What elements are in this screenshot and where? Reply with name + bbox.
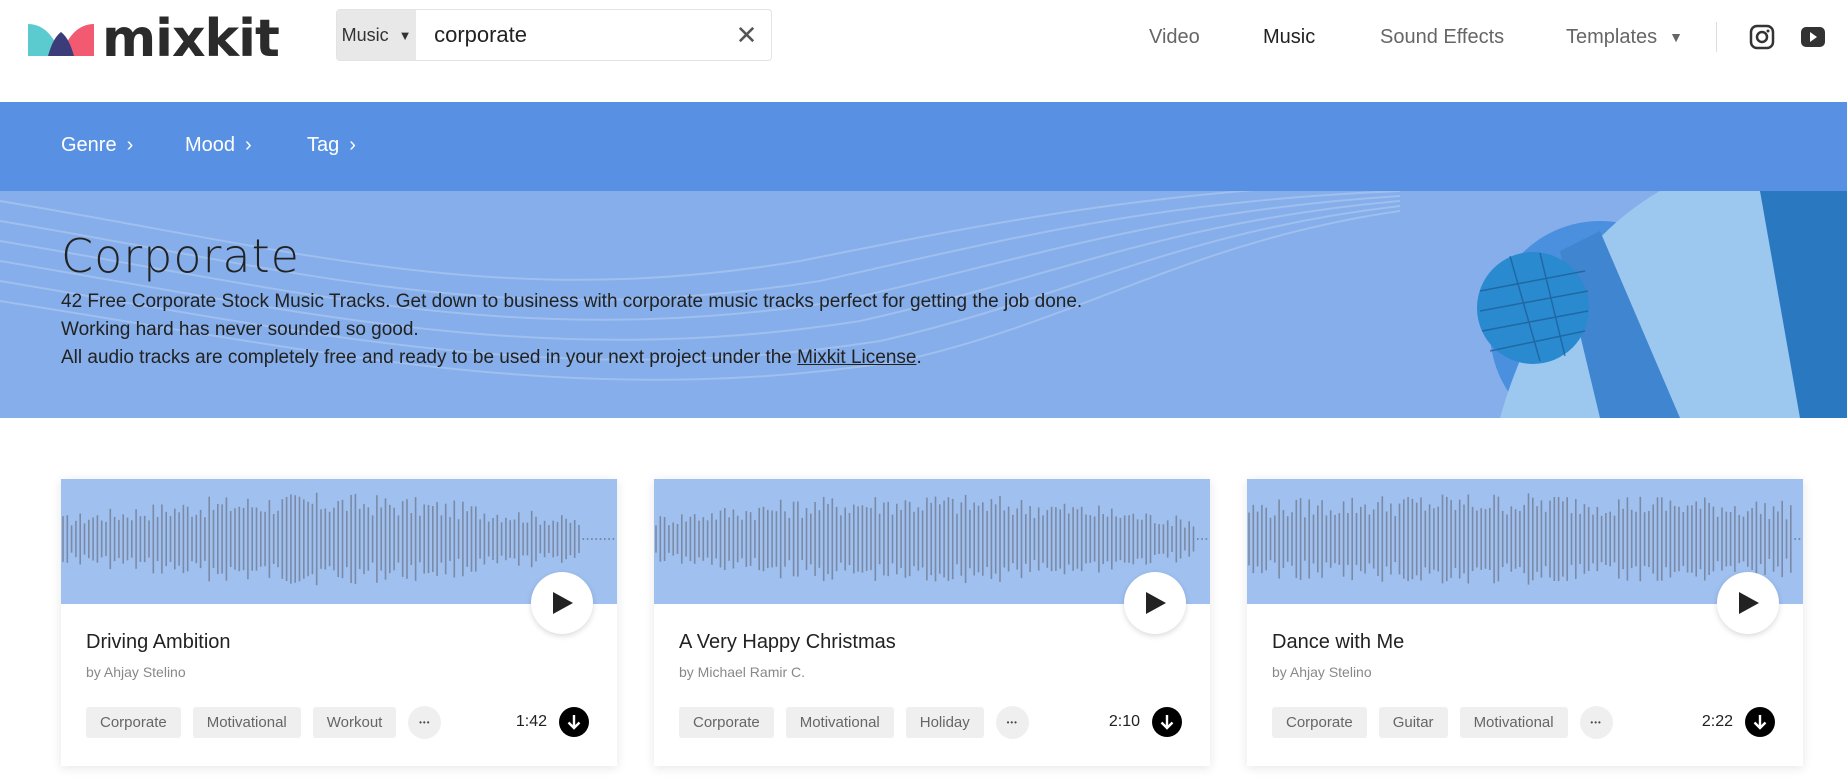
hero-description-line: Working hard has never sounded so good. <box>61 319 419 340</box>
clear-search-button[interactable]: ✕ <box>722 10 771 60</box>
logo-text: mixkit <box>102 9 280 69</box>
play-button[interactable] <box>1124 572 1186 634</box>
ellipsis-icon: ••• <box>1006 718 1018 727</box>
track-duration: 2:10 <box>1108 713 1140 730</box>
search-category-select[interactable]: Music ▼ <box>337 10 417 60</box>
nav-sound-effects[interactable]: Sound Effects <box>1380 22 1504 52</box>
category-hero: Corporate 42 Free Corporate Stock Music … <box>0 191 1847 418</box>
subnav-genre-label: Genre <box>61 134 117 156</box>
nav-divider <box>1716 22 1717 52</box>
caret-down-icon: ▼ <box>1669 29 1684 45</box>
waveform[interactable] <box>1247 479 1803 604</box>
license-prefix: All audio tracks are completely free and… <box>61 347 798 368</box>
search-bar: Music ▼ ✕ <box>336 9 772 61</box>
track-tags: Corporate Motivational Workout ••• <box>86 706 442 739</box>
track-duration: 1:42 <box>515 713 547 730</box>
mixkit-logo[interactable]: mixkit <box>28 9 280 69</box>
nav-templates[interactable]: Templates ▼ <box>1566 22 1683 52</box>
more-tags-button[interactable]: ••• <box>408 706 442 739</box>
track-card: Driving Ambition by Ahjay Stelino Corpor… <box>61 479 617 766</box>
track-author[interactable]: by Ahjay Stelino <box>1272 664 1372 680</box>
nav-templates-label: Templates <box>1566 25 1658 48</box>
ellipsis-icon: ••• <box>419 718 431 727</box>
tag-chip[interactable]: Corporate <box>1272 707 1367 738</box>
track-card: Dance with Me by Ahjay Stelino Corporate… <box>1247 479 1803 766</box>
page-title: Corporate <box>61 229 300 283</box>
track-duration: 2:22 <box>1701 713 1733 730</box>
chevron-right-icon: › <box>245 134 252 156</box>
tag-chip[interactable]: Workout <box>312 707 397 738</box>
tag-chip[interactable]: Holiday <box>905 707 984 738</box>
license-suffix: . <box>916 347 922 368</box>
site-header: mixkit Music ▼ ✕ Video Music Sound Effec… <box>0 0 1847 102</box>
hero-license-line: All audio tracks are completely free and… <box>61 347 922 369</box>
play-icon <box>1146 592 1166 614</box>
tag-chip[interactable]: Corporate <box>86 707 181 738</box>
ellipsis-icon: ••• <box>1590 718 1602 727</box>
chevron-right-icon: › <box>349 134 356 156</box>
track-title[interactable]: Driving Ambition <box>86 631 231 654</box>
track-title[interactable]: A Very Happy Christmas <box>679 631 896 654</box>
tag-chip[interactable]: Guitar <box>1378 707 1448 738</box>
nav-video[interactable]: Video <box>1149 22 1200 52</box>
subnav-mood-label: Mood <box>185 134 236 156</box>
subnav-genre[interactable]: Genre › <box>61 134 133 157</box>
close-icon: ✕ <box>735 19 758 50</box>
track-author[interactable]: by Ahjay Stelino <box>86 664 186 680</box>
search-category-label: Music <box>341 24 389 45</box>
track-card: A Very Happy Christmas by Michael Ramir … <box>654 479 1210 766</box>
logo-mark-icon <box>28 24 94 56</box>
download-button[interactable] <box>1745 707 1775 737</box>
caret-down-icon: ▼ <box>398 27 412 43</box>
tag-chip[interactable]: Motivational <box>1459 707 1568 738</box>
subnav-tag[interactable]: Tag › <box>307 134 356 157</box>
track-author[interactable]: by Michael Ramir C. <box>679 664 805 680</box>
search-input[interactable] <box>416 10 723 60</box>
more-tags-button[interactable]: ••• <box>995 706 1029 739</box>
play-icon <box>1739 592 1759 614</box>
download-button[interactable] <box>1152 707 1182 737</box>
play-icon <box>553 592 573 614</box>
more-tags-button[interactable]: ••• <box>1579 706 1613 739</box>
tag-chip[interactable]: Motivational <box>785 707 894 738</box>
nav-music[interactable]: Music <box>1263 22 1315 52</box>
download-button[interactable] <box>559 707 589 737</box>
play-button[interactable] <box>531 572 593 634</box>
subnav-mood[interactable]: Mood › <box>185 134 252 157</box>
tag-chip[interactable]: Corporate <box>679 707 774 738</box>
hero-description-line: 42 Free Corporate Stock Music Tracks. Ge… <box>61 291 1083 312</box>
category-subnav: Genre › Mood › Tag › <box>0 102 1847 191</box>
track-tags: Corporate Motivational Holiday ••• <box>679 706 1029 739</box>
mixkit-license-link[interactable]: Mixkit License <box>797 347 916 368</box>
youtube-icon[interactable] <box>1800 24 1826 50</box>
download-arrow-icon <box>1160 715 1174 730</box>
play-button[interactable] <box>1717 572 1779 634</box>
tag-chip[interactable]: Motivational <box>192 707 301 738</box>
track-title[interactable]: Dance with Me <box>1272 631 1404 654</box>
download-arrow-icon <box>567 715 581 730</box>
waveform[interactable] <box>654 479 1210 604</box>
instagram-icon[interactable] <box>1749 24 1775 50</box>
waveform[interactable] <box>61 479 617 604</box>
subnav-tag-label: Tag <box>307 134 340 156</box>
download-arrow-icon <box>1753 715 1767 730</box>
chevron-right-icon: › <box>126 134 134 156</box>
track-tags: Corporate Guitar Motivational ••• <box>1272 706 1613 739</box>
